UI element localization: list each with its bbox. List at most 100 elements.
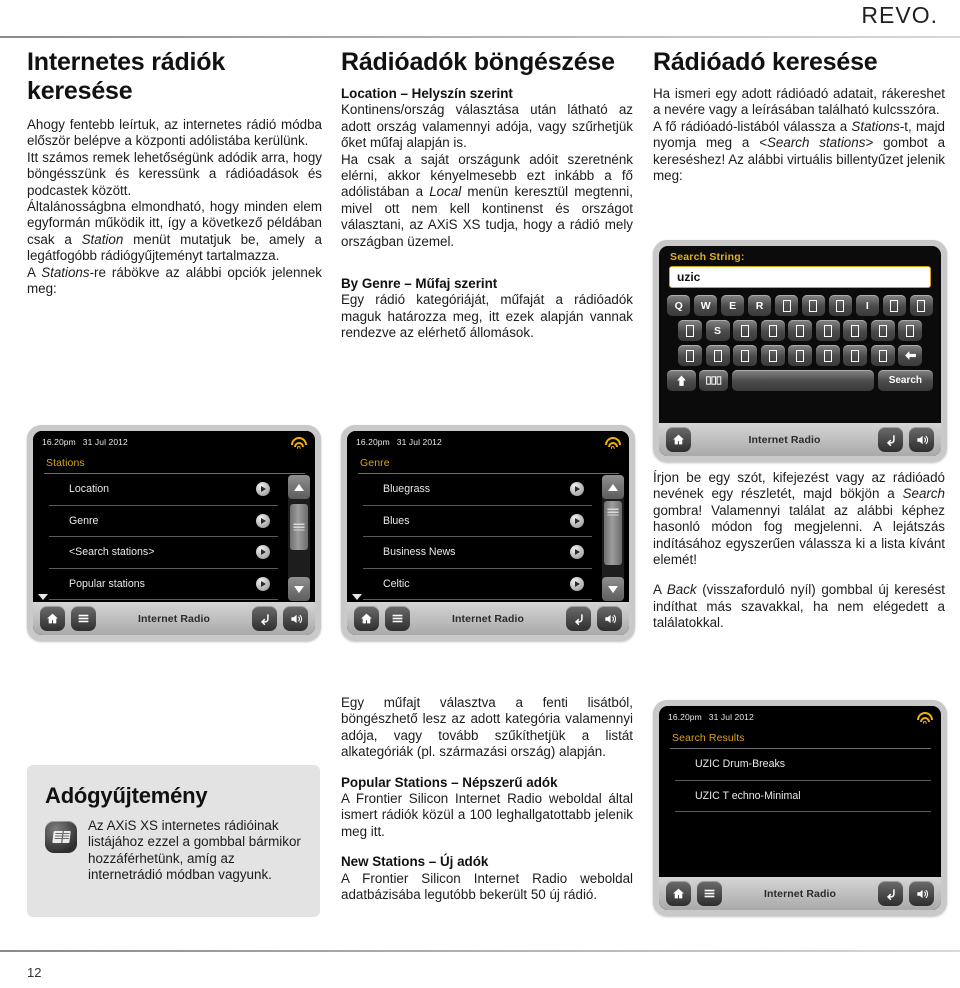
column-one: Internetes rádiók keresése Ahogy fentebb… xyxy=(27,48,322,297)
key-d[interactable] xyxy=(733,320,757,341)
list-item[interactable]: UZIC Drum-Breaks xyxy=(675,749,931,781)
scroll-down-button[interactable] xyxy=(288,577,310,601)
volume-button[interactable] xyxy=(909,881,934,906)
col1-p3-italic: Station xyxy=(81,231,124,247)
list-item[interactable]: Bluegrass xyxy=(363,474,592,506)
home-button[interactable] xyxy=(354,606,379,631)
search-input[interactable]: uzic xyxy=(669,266,931,288)
back-button[interactable] xyxy=(878,427,903,452)
col1-paragraph-3: Általánosságbna elmondható, hogy minden … xyxy=(27,199,322,265)
list-item[interactable]: <Search stations> xyxy=(49,537,278,569)
key-l[interactable] xyxy=(898,320,922,341)
status-time: 16.20pm xyxy=(356,437,390,447)
chevron-right-icon[interactable] xyxy=(256,482,270,497)
symbols-key[interactable] xyxy=(699,370,729,391)
backspace-arrow-icon xyxy=(904,351,916,360)
col2-spacer xyxy=(341,250,633,276)
key-x[interactable] xyxy=(705,345,730,366)
volume-icon xyxy=(916,435,928,444)
scroll-thumb[interactable] xyxy=(604,501,622,565)
backspace-key[interactable] xyxy=(898,345,922,366)
home-button[interactable] xyxy=(40,606,65,631)
scroll-up-button[interactable] xyxy=(602,475,624,499)
key-h[interactable] xyxy=(815,320,840,341)
col2-p2-italic: Local xyxy=(429,184,462,200)
shift-key[interactable] xyxy=(667,370,696,391)
key-j[interactable] xyxy=(843,320,867,341)
key-t[interactable] xyxy=(774,295,799,316)
chevron-right-icon[interactable] xyxy=(570,545,584,560)
key-b[interactable] xyxy=(788,345,812,366)
key-q[interactable]: Q xyxy=(666,295,691,316)
status-bar: 16.20pm 31 Jul 2012 xyxy=(347,431,629,453)
key-u[interactable] xyxy=(828,295,853,316)
chevron-right-icon[interactable] xyxy=(570,513,584,528)
header-divider xyxy=(0,36,960,38)
scroll-down-button[interactable] xyxy=(602,577,624,601)
key-y[interactable] xyxy=(801,295,826,316)
key-comma[interactable] xyxy=(870,345,895,366)
list-item[interactable]: UZIC T echno-Minimal xyxy=(675,781,931,812)
space-key[interactable] xyxy=(731,370,875,391)
home-button[interactable] xyxy=(666,427,691,452)
back-button[interactable] xyxy=(252,606,277,631)
key-n[interactable] xyxy=(815,345,840,366)
list-item[interactable]: Blues xyxy=(363,506,592,537)
scroll-rail[interactable] xyxy=(604,501,622,575)
key-k[interactable] xyxy=(870,320,895,341)
key-i[interactable]: I xyxy=(855,295,880,316)
key-g[interactable] xyxy=(788,320,812,341)
key-e[interactable]: E xyxy=(720,295,745,316)
key-m[interactable] xyxy=(843,345,867,366)
key-z[interactable] xyxy=(678,345,702,366)
key-a[interactable] xyxy=(678,320,702,341)
col3-paragraph-1: Ha ismeri egy adott rádióadó adatait, rá… xyxy=(653,86,945,118)
search-key[interactable]: Search xyxy=(877,370,933,391)
chevron-right-icon[interactable] xyxy=(256,513,270,528)
home-button[interactable] xyxy=(666,881,691,906)
key-c[interactable] xyxy=(733,345,757,366)
list-item-label: <Search stations> xyxy=(69,546,155,559)
key-v[interactable] xyxy=(760,345,785,366)
volume-button[interactable] xyxy=(597,606,622,631)
key-o[interactable] xyxy=(882,295,907,316)
list-item[interactable]: Location xyxy=(49,474,278,506)
menu-button[interactable] xyxy=(385,606,410,631)
scroll-rail[interactable] xyxy=(290,501,308,575)
key-p[interactable] xyxy=(909,295,934,316)
col3-title: Rádióadó keresése xyxy=(653,48,878,76)
list-item[interactable]: Genre xyxy=(49,506,278,537)
key-f[interactable] xyxy=(760,320,785,341)
list-item[interactable]: Business News xyxy=(363,537,592,569)
scroll-up-button[interactable] xyxy=(288,475,310,499)
scrollbar[interactable] xyxy=(288,475,310,601)
col2-subheading-location: Location – Helyszín szerint xyxy=(341,86,513,101)
menu-icon xyxy=(78,614,89,623)
list-item[interactable]: Celtic xyxy=(363,569,592,600)
device-screen: 16.20pm 31 Jul 2012 Genre Bluegrass Blue… xyxy=(347,431,629,635)
back-button[interactable] xyxy=(566,606,591,631)
list-item[interactable]: Popular stations xyxy=(49,569,278,600)
key-w[interactable]: W xyxy=(693,295,718,316)
back-button[interactable] xyxy=(878,881,903,906)
key-s[interactable]: S xyxy=(705,320,730,341)
chevron-right-icon[interactable] xyxy=(256,576,270,591)
page-number: 12 xyxy=(27,965,42,980)
chevron-right-icon[interactable] xyxy=(256,545,270,560)
menu-button[interactable] xyxy=(697,881,722,906)
menu-button[interactable] xyxy=(71,606,96,631)
scrollbar[interactable] xyxy=(602,475,624,601)
col1-p4-italic: Stations xyxy=(41,264,90,280)
chevron-right-icon[interactable] xyxy=(570,482,584,497)
status-time: 16.20pm xyxy=(42,437,76,447)
key-r[interactable]: R xyxy=(747,295,772,316)
wifi-icon xyxy=(290,436,307,449)
scroll-thumb[interactable] xyxy=(290,503,308,550)
volume-button[interactable] xyxy=(283,606,308,631)
home-icon xyxy=(361,613,372,624)
col2-subheading-popular: Popular Stations – Népszerű adók xyxy=(341,774,558,790)
col1-paragraph-4: A Stations-re rábökve az alábbi opciók j… xyxy=(27,265,322,298)
column-three: Rádióadó keresése Ha ismeri egy adott rá… xyxy=(653,48,945,184)
chevron-right-icon[interactable] xyxy=(570,576,584,591)
volume-button[interactable] xyxy=(909,427,934,452)
